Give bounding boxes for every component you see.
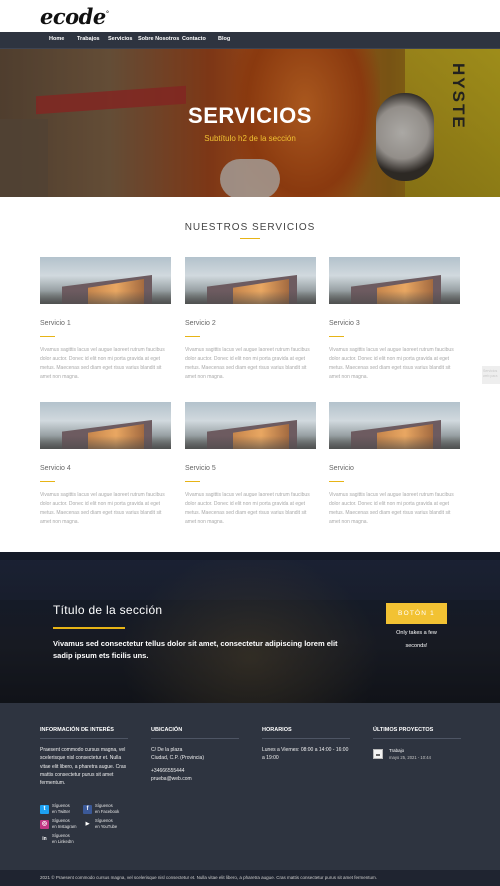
service-title: Servicio 3 bbox=[329, 320, 360, 327]
social-links: t Síguenos en Twitter f Síguenos en Facebo… bbox=[40, 803, 150, 847]
footer-info-heading: INFORMACIÓN DE INTERÉS bbox=[40, 727, 128, 739]
hero-title: SERVICIOS bbox=[188, 103, 312, 128]
nav-item-trabajos[interactable]: Trabajos bbox=[77, 36, 100, 42]
youtube-icon: ▶ bbox=[83, 820, 92, 829]
phone-number[interactable]: +34666555444 bbox=[151, 767, 239, 775]
service-underline bbox=[329, 481, 344, 482]
service-title: Servicio bbox=[329, 465, 354, 472]
project-item[interactable]: Trabajo mayo 25, 2021 - 10:44 bbox=[373, 748, 461, 764]
service-description: Vivamus sagittis lacus vel augue laoreet… bbox=[185, 492, 310, 525]
facebook-icon: f bbox=[83, 805, 92, 814]
cta-section: Título de la sección Vivamus sed consect… bbox=[0, 552, 500, 703]
cta-title: Título de la sección bbox=[53, 603, 163, 617]
footer-hours: HORARIOS Lunes a Viernes: 08:00 a 14:00 … bbox=[262, 727, 350, 763]
service-description: Vivamus sagittis lacus vel augue laoreet… bbox=[40, 492, 165, 525]
cta-note-line-1: Only takes a few bbox=[396, 630, 437, 636]
service-title: Servicio 1 bbox=[40, 320, 71, 327]
cta-note: Only takes a few seconds! bbox=[386, 627, 447, 653]
project-date: mayo 25, 2021 - 10:44 bbox=[389, 755, 431, 760]
service-title: Servicio 2 bbox=[185, 320, 216, 327]
service-image bbox=[185, 402, 316, 449]
social-label: Síguenos en YouTube bbox=[95, 818, 118, 829]
side-floating-tab[interactable]: Servicios web para bbox=[482, 366, 500, 384]
social-label: Síguenos en Instagram bbox=[52, 818, 77, 829]
linkedin-icon: in bbox=[40, 835, 49, 844]
footer-location-text: C/ De la plaza Ciudad, C.P. (Provincia) … bbox=[151, 746, 239, 783]
nav-item-servicios[interactable]: Servicios bbox=[108, 36, 132, 42]
social-youtube[interactable]: ▶ Síguenos en YouTube bbox=[83, 818, 133, 832]
footer-projects-heading: ÚLTIMOS PROYECTOS bbox=[373, 727, 461, 739]
footer-hours-text: Lunes a Viernes: 08:00 a 14:00 - 16:00 a… bbox=[262, 747, 349, 762]
services-heading-underline bbox=[240, 238, 260, 239]
social-label: Síguenos en LinkedIn bbox=[52, 833, 74, 844]
service-title: Servicio 4 bbox=[40, 465, 71, 472]
social-facebook[interactable]: f Síguenos en Facebook bbox=[83, 803, 133, 817]
hero-banner: HYSTE SERVICIOS Subtítulo h2 de la secci… bbox=[0, 49, 500, 197]
project-thumbnail bbox=[373, 749, 383, 759]
social-linkedin[interactable]: in Síguenos en LinkedIn bbox=[40, 833, 90, 847]
copyright-text: 2021 © Praesent commodo cursus magna, ve… bbox=[40, 875, 377, 880]
social-label: Síguenos en Facebook bbox=[95, 803, 120, 814]
footer-info-text: Praesent commodo cursus magna, vel scele… bbox=[40, 747, 127, 787]
main-nav: Home Trabajos Servicios Sobre Nosotros C… bbox=[0, 32, 500, 49]
nav-item-contacto[interactable]: Contacto bbox=[182, 36, 206, 42]
address-line-2: Ciudad, C.P. (Provincia) bbox=[151, 755, 204, 762]
hero-subtitle: Subtítulo h2 de la sección bbox=[204, 134, 296, 143]
cta-body-text: Vivamus sed consectetur tellus dolor sit… bbox=[53, 639, 338, 660]
footer-location: UBICACIÓN C/ De la plaza Ciudad, C.P. (P… bbox=[151, 727, 239, 783]
service-underline bbox=[40, 336, 55, 337]
header-bar: ecode° bbox=[0, 0, 500, 32]
address-line-1: C/ De la plaza bbox=[151, 747, 183, 753]
footer-hours-heading: HORARIOS bbox=[262, 727, 350, 739]
service-description: Vivamus sagittis lacus vel augue laoreet… bbox=[185, 347, 310, 380]
services-heading: NUESTROS SERVICIOS bbox=[184, 222, 316, 233]
footer-info: INFORMACIÓN DE INTERÉS Praesent commodo … bbox=[40, 727, 128, 787]
footer-projects: ÚLTIMOS PROYECTOS bbox=[373, 727, 461, 739]
service-description: Vivamus sagittis lacus vel augue laoreet… bbox=[329, 492, 454, 525]
service-image bbox=[329, 402, 460, 449]
service-title: Servicio 5 bbox=[185, 465, 216, 472]
service-description: Vivamus sagittis lacus vel augue laoreet… bbox=[329, 347, 454, 380]
service-image bbox=[40, 402, 171, 449]
cta-title-underline bbox=[53, 627, 125, 629]
service-description: Vivamus sagittis lacus vel augue laoreet… bbox=[40, 347, 165, 380]
cta-button[interactable]: BOTÓN 1 bbox=[386, 603, 447, 624]
logo-mark: ° bbox=[105, 10, 110, 18]
cta-note-line-2: seconds! bbox=[405, 643, 428, 649]
nav-item-home[interactable]: Home bbox=[49, 36, 64, 42]
service-image bbox=[329, 257, 460, 304]
service-image bbox=[185, 257, 316, 304]
site-footer: INFORMACIÓN DE INTERÉS Praesent commodo … bbox=[0, 703, 500, 886]
nav-item-sobre-nosotros[interactable]: Sobre Nosotros bbox=[138, 36, 179, 42]
site-logo[interactable]: ecode° bbox=[40, 4, 109, 29]
nav-item-blog[interactable]: Blog bbox=[218, 36, 230, 42]
service-underline bbox=[185, 336, 200, 337]
service-underline bbox=[185, 481, 200, 482]
logo-text: ecode bbox=[40, 4, 106, 29]
service-image bbox=[40, 257, 171, 304]
service-underline bbox=[329, 336, 344, 337]
copyright-bar: 2021 © Praesent commodo cursus magna, ve… bbox=[0, 870, 500, 886]
project-title: Trabajo bbox=[389, 748, 405, 753]
instagram-icon: ◎ bbox=[40, 820, 49, 829]
email-link[interactable]: prueba@web.com bbox=[151, 775, 239, 783]
social-label: Síguenos en Twitter bbox=[52, 803, 71, 814]
service-underline bbox=[40, 481, 55, 482]
twitter-icon: t bbox=[40, 805, 49, 814]
footer-location-heading: UBICACIÓN bbox=[151, 727, 239, 739]
